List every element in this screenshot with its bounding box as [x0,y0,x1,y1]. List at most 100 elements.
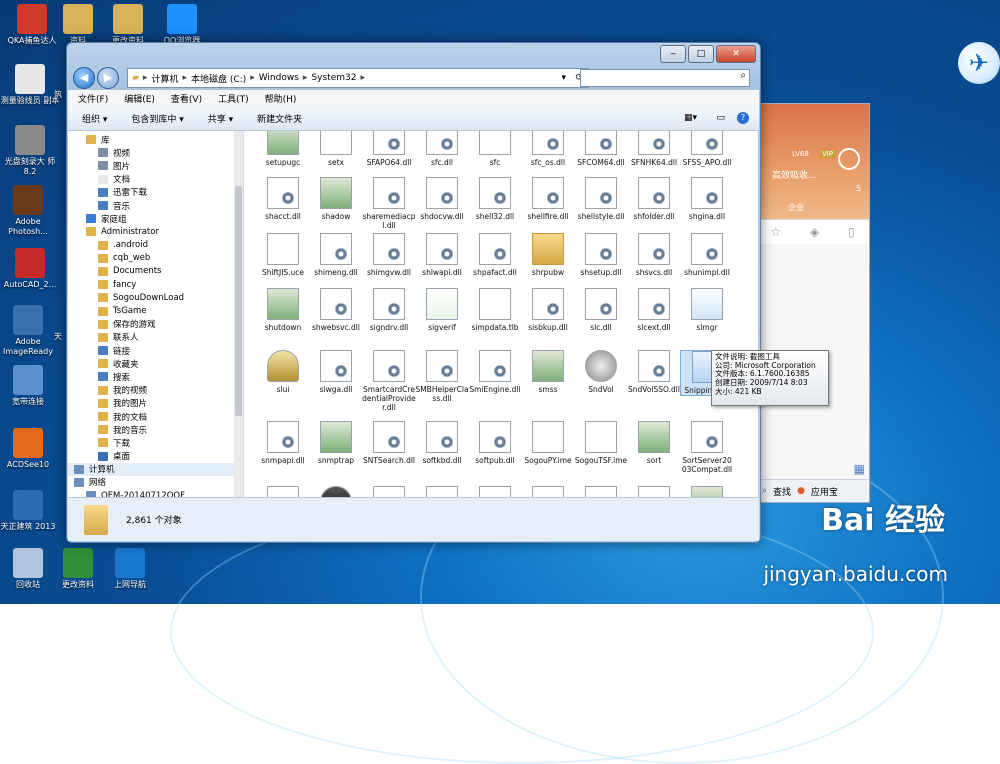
file-item[interactable]: softpub.dll [468,421,522,465]
nav-item[interactable]: 搜索 [68,370,243,383]
nav-item[interactable]: 图片 [68,159,243,172]
nav-item[interactable]: TsGame [68,304,243,317]
nav-item[interactable]: 库 [68,133,243,146]
desktop-icon[interactable]: Adobe Photosh... [0,185,60,237]
menu-tools[interactable]: 工具(T) [218,92,249,105]
file-item[interactable]: slc.dll [574,288,628,332]
nav-item[interactable]: 家庭组 [68,212,243,225]
file-item[interactable]: SndVolSSO.dll [627,350,681,394]
file-item[interactable]: SFAPO64.dll [362,131,416,167]
file-item[interactable]: shell32.dll [468,177,522,221]
include-in-library-button[interactable]: 包含到库中 ▾ [131,112,183,125]
back-button[interactable]: ◀ [73,67,95,89]
file-item[interactable]: SortServer2003Compat.dll [680,421,734,474]
nav-item[interactable]: 桌面 [68,450,243,463]
file-item[interactable]: snmpapi.dll [256,421,310,465]
file-item[interactable]: shgina.dll [680,177,734,221]
file-item[interactable]: shacct.dll [256,177,310,221]
nav-item[interactable]: 联系人 [68,331,243,344]
file-item[interactable]: signdrv.dll [362,288,416,332]
desktop-icon[interactable]: 宽带连接 [0,365,60,407]
app-store-icon[interactable]: ● [797,486,805,496]
file-item[interactable]: shsetup.dll [574,233,628,277]
search-icon[interactable]: ⌕ [762,486,767,496]
nav-item[interactable]: SogouDownLoad [68,291,243,304]
file-item[interactable]: sisbkup.dll [521,288,575,332]
nav-item[interactable]: 收藏夹 [68,357,243,370]
file-item[interactable]: setupugc [256,131,310,167]
nav-item[interactable]: 我的图片 [68,397,243,410]
file-item[interactable]: slmgr [680,288,734,332]
address-bar[interactable]: ▰ ▸ 计算机 ▸ 本地磁盘 (C:) ▸ Windows ▸ System32 ▸ ▾… [127,68,589,88]
file-item[interactable]: slui [256,350,310,394]
nav-item[interactable]: 视频 [68,146,243,159]
cube-icon[interactable]: ◈ [810,225,819,239]
desktop-icon[interactable]: 光盘刻录大 师 8.2 [0,125,62,177]
file-item[interactable]: shfolder.dll [627,177,681,221]
desktop-icon[interactable]: Adobe ImageReady [0,305,60,357]
nav-item[interactable]: 文档 [68,173,243,186]
desktop-icon[interactable]: ACDSee10 [0,428,60,470]
file-item[interactable]: simpdata.tlb [468,288,522,332]
file-item[interactable]: SFSS_APO.dll [680,131,734,167]
desktop-icon[interactable]: 天正建筑 2013 [0,490,60,532]
help-icon[interactable]: ? [737,112,749,124]
file-item[interactable]: softkbd.dll [415,421,469,465]
nav-item[interactable]: 计算机 [68,462,243,476]
nav-item[interactable]: 网络 [68,476,243,489]
forward-button[interactable]: ▶ [97,67,119,89]
desktop-icon[interactable]: 上网导航 [98,548,162,590]
file-item[interactable]: setx [309,131,363,167]
breadcrumb-drive[interactable]: 本地磁盘 (C:) [191,72,246,85]
file-item[interactable]: ShiftJIS.uce [256,233,310,277]
breadcrumb-system32[interactable]: System32 [311,73,356,83]
grid-icon[interactable]: ▦ [854,462,865,476]
file-item[interactable]: shellfire.dll [521,177,575,221]
file-item[interactable]: sort [627,421,681,465]
new-folder-button[interactable]: 新建文件夹 [257,112,302,125]
file-item[interactable]: shwebsvc.dll [309,288,363,332]
phone-icon[interactable]: ▯ [848,225,855,239]
file-item[interactable]: shutdown [256,288,310,332]
address-dropdown-icon[interactable]: ▾ [561,73,566,83]
file-item[interactable]: slcext.dll [627,288,681,332]
file-item[interactable]: SMBHelperClass.dll [415,350,469,403]
qq-panel[interactable]: LV68 VIP 高效吸收... 5 企业 ☆ ◈ ▯ ▦ ⌕ 查找 ● 应用宝 [755,103,870,503]
nav-item[interactable]: 迅雷下载 [68,186,243,199]
file-item[interactable]: sfc.dll [415,131,469,167]
search-input[interactable]: ⌕ [580,69,750,87]
nav-item[interactable]: 我的视频 [68,384,243,397]
menu-file[interactable]: 文件(F) [78,92,108,105]
nav-item[interactable]: 保存的游戏 [68,318,243,331]
file-item[interactable]: slwga.dll [309,350,363,394]
nav-item[interactable]: 下载 [68,436,243,449]
file-item[interactable]: sfc_os.dll [521,131,575,167]
file-item[interactable]: SogouPY.ime [521,421,575,465]
file-item[interactable]: SmartcardCredentialProvider.dll [362,350,416,412]
file-item[interactable]: SogouTSF.ime [574,421,628,465]
nav-scroll-thumb[interactable] [235,186,242,416]
nav-item[interactable]: 音乐 [68,199,243,212]
file-item[interactable]: shellstyle.dll [574,177,628,221]
find-button[interactable]: 查找 [773,485,791,498]
file-item[interactable]: shdocvw.dll [415,177,469,221]
file-item[interactable]: sigverif [415,288,469,332]
nav-item[interactable]: fancy [68,278,243,291]
nav-item[interactable]: Administrator [68,225,243,238]
close-button[interactable]: ✕ [716,45,756,63]
qq-bird-logo[interactable]: ✈ [958,42,1000,84]
file-item[interactable]: shrpubw [521,233,575,277]
breadcrumb-computer[interactable]: 计算机 [151,72,178,85]
file-item[interactable]: SFCOM64.dll [574,131,628,167]
file-item[interactable]: SFNHK64.dll [627,131,681,167]
minimize-button[interactable]: ‒ [660,45,686,63]
organize-button[interactable]: 组织 ▾ [82,112,107,125]
nav-item[interactable]: 我的音乐 [68,423,243,436]
nav-item[interactable]: cqb_web [68,252,243,265]
menu-view[interactable]: 查看(V) [171,92,202,105]
file-item[interactable]: shimgvw.dll [362,233,416,277]
nav-item[interactable]: 链接 [68,344,243,357]
file-item[interactable]: sharemediacpl.dll [362,177,416,230]
view-options-icon[interactable]: ▦▾ [684,113,697,123]
desktop-icon[interactable]: AutoCAD_2... [0,248,62,290]
